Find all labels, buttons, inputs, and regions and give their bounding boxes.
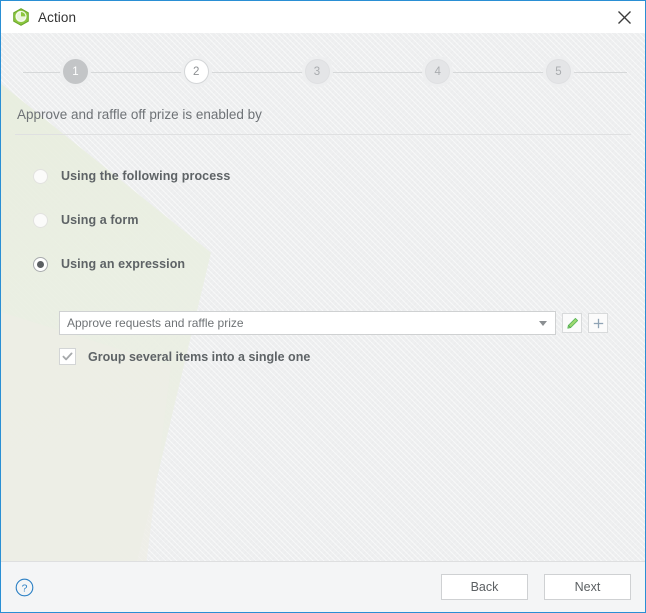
enabled-by-radio-group: Using the following process Using a form… [1,135,645,275]
plus-icon [593,318,603,328]
chevron-down-icon [539,321,547,326]
expression-row: Approve requests and raffle prize [1,297,645,335]
stepper-step-2-number: 2 [193,65,200,78]
radio-icon-form[interactable] [33,212,48,228]
next-button[interactable]: Next [544,574,631,600]
radio-label-form: Using a form [61,213,139,227]
edit-expression-button[interactable] [562,313,582,333]
stepper-step-1[interactable]: 1 [63,59,88,84]
dialog-body: 1 2 3 4 5 Approve and raffle off prize i… [1,33,645,561]
radio-label-expression: Using an expression [61,257,186,271]
radio-option-process[interactable]: Using the following process [33,165,645,187]
pencil-icon [566,317,578,329]
group-items-checkbox[interactable] [59,348,76,365]
section-heading: Approve and raffle off prize is enabled … [17,107,262,122]
radio-label-process: Using the following process [61,169,231,183]
green-hexagon-icon [13,8,29,26]
stepper-step-1-number: 1 [72,65,79,78]
close-button[interactable] [603,2,645,33]
title-bar: Action [1,1,645,33]
stepper-step-4[interactable]: 4 [425,59,451,84]
svg-text:?: ? [22,582,28,594]
radio-icon-expression[interactable] [33,256,48,272]
expression-select[interactable]: Approve requests and raffle prize [59,311,556,335]
window-title: Action [38,9,77,25]
stepper-step-2[interactable]: 2 [183,59,209,84]
stepper-step-5[interactable]: 5 [546,59,571,84]
radio-icon-process[interactable] [33,168,48,184]
group-items-row[interactable]: Group several items into a single one [1,335,645,365]
radio-option-expression[interactable]: Using an expression [33,253,645,275]
stepper-step-3-number: 3 [313,65,321,78]
back-button[interactable]: Back [441,574,528,600]
stepper-step-4-number: 4 [434,65,441,78]
action-dialog-window: Action 1 2 3 4 5 Approve and raffle off … [0,0,646,613]
group-items-label: Group several items into a single one [88,349,311,364]
checkmark-icon [62,352,73,361]
stepper-step-3[interactable]: 3 [304,59,330,84]
dialog-footer: ? Back Next [1,561,645,612]
wizard-stepper: 1 2 3 4 5 [1,33,645,95]
add-expression-button[interactable] [588,313,608,333]
stepper-step-5-number: 5 [555,65,562,78]
help-circle-icon[interactable]: ? [15,578,34,597]
radio-option-form[interactable]: Using a form [33,209,645,231]
close-icon [617,10,631,24]
expression-select-value: Approve requests and raffle prize [67,316,244,330]
